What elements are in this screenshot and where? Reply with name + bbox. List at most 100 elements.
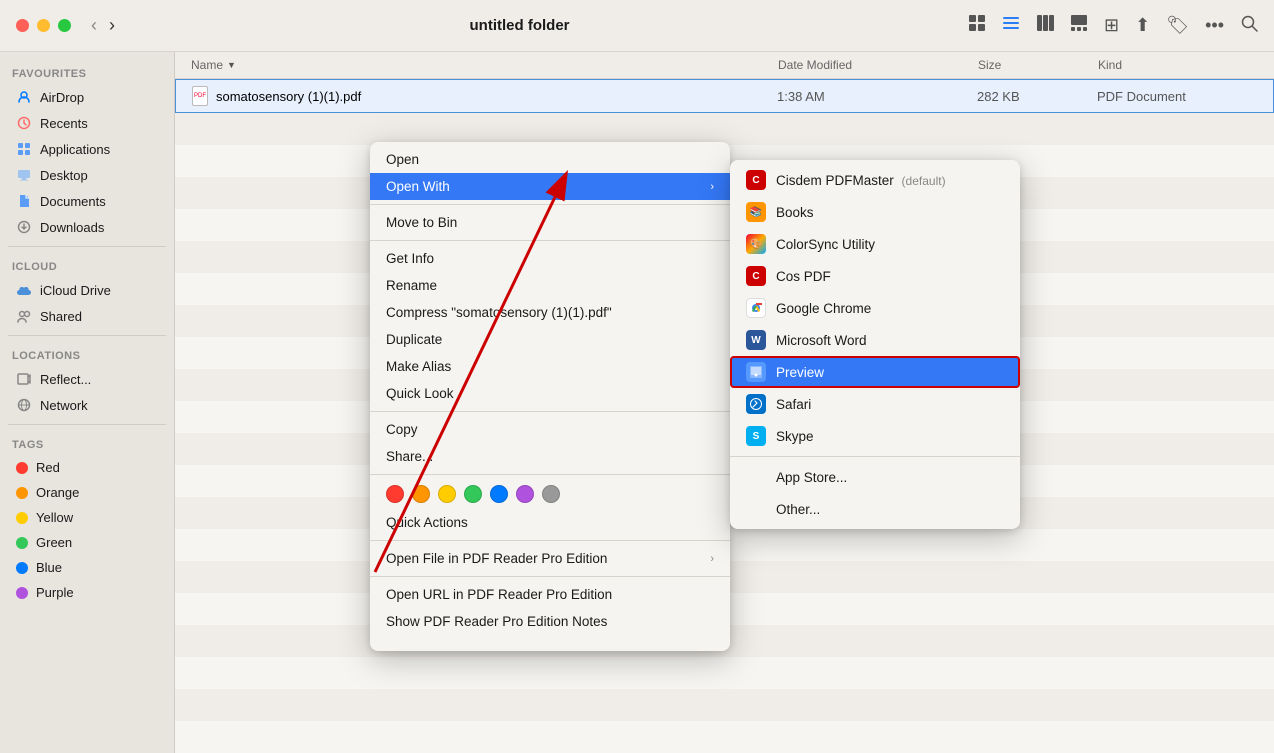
sidebar-item-recents[interactable]: Recents — [4, 110, 170, 136]
sm-other[interactable]: Other... — [730, 493, 1020, 525]
sidebar-item-icloud-drive[interactable]: iCloud Drive — [4, 277, 170, 303]
col-kind[interactable]: Kind — [1098, 58, 1258, 72]
tag-icon[interactable]: 🏷 — [1166, 15, 1189, 36]
file-size-cell: 282 KB — [977, 89, 1097, 104]
sm-cospdf[interactable]: C Cos PDF — [730, 260, 1020, 292]
cm-tag-red[interactable] — [386, 485, 404, 503]
table-row[interactable]: PDF somatosensory (1)(1).pdf 1:38 AM 282… — [175, 79, 1274, 113]
cm-separator-2 — [370, 240, 730, 241]
sidebar-item-applications[interactable]: Applications — [4, 136, 170, 162]
sm-books[interactable]: 📚 Books — [730, 196, 1020, 228]
view-list-icon[interactable] — [1002, 14, 1020, 37]
cm-rename[interactable]: Rename — [370, 272, 730, 299]
cm-tag-purple[interactable] — [516, 485, 534, 503]
downloads-label: Downloads — [40, 220, 104, 235]
sidebar-item-network[interactable]: Network — [4, 392, 170, 418]
sort-indicator: ▼ — [227, 60, 236, 70]
sidebar-item-documents[interactable]: Documents — [4, 188, 170, 214]
action-icon[interactable]: ⬆ — [1135, 15, 1150, 36]
sidebar-item-tag-orange[interactable]: Orange — [4, 480, 170, 505]
tags-label: Tags — [0, 431, 174, 455]
cm-tag-yellow[interactable] — [438, 485, 456, 503]
sidebar-item-airdrop[interactable]: AirDrop — [4, 84, 170, 110]
applications-label: Applications — [40, 142, 110, 157]
sm-colorsync[interactable]: 🎨 ColorSync Utility — [730, 228, 1020, 260]
cm-make-alias[interactable]: Make Alias — [370, 353, 730, 380]
cm-separator-6 — [370, 576, 730, 577]
cm-quick-look[interactable]: Quick Look — [370, 380, 730, 407]
table-row[interactable] — [175, 689, 1274, 721]
cm-copy[interactable]: Copy — [370, 416, 730, 443]
sm-chrome[interactable]: Google Chrome — [730, 292, 1020, 324]
file-name-cell: PDF somatosensory (1)(1).pdf — [192, 86, 777, 106]
sidebar-item-tag-yellow[interactable]: Yellow — [4, 505, 170, 530]
cisdem-icon: C — [746, 170, 766, 190]
cm-tag-blue[interactable] — [490, 485, 508, 503]
forward-button[interactable]: › — [105, 13, 119, 38]
sidebar-item-desktop[interactable]: Desktop — [4, 162, 170, 188]
window-controls — [16, 19, 71, 32]
sidebar-item-downloads[interactable]: Downloads — [4, 214, 170, 240]
tag-green-label: Green — [36, 535, 72, 550]
cm-get-info[interactable]: Get Info — [370, 245, 730, 272]
cm-show-pdf-notes[interactable] — [370, 635, 730, 647]
table-row[interactable] — [175, 657, 1274, 689]
tag-yellow-label: Yellow — [36, 510, 73, 525]
icloud-label: iCloud — [0, 253, 174, 277]
view-gallery-icon[interactable] — [1070, 14, 1088, 37]
col-modified[interactable]: Date Modified — [778, 58, 978, 72]
cm-quick-actions[interactable]: Open File in PDF Reader Pro Edition › — [370, 545, 730, 572]
sidebar-item-tag-red[interactable]: Red — [4, 455, 170, 480]
cm-move-to-bin[interactable]: Move to Bin — [370, 209, 730, 236]
table-row[interactable] — [175, 113, 1274, 145]
sidebar-item-tag-blue[interactable]: Blue — [4, 555, 170, 580]
minimize-button[interactable] — [37, 19, 50, 32]
sm-word[interactable]: W Microsoft Word — [730, 324, 1020, 356]
cm-open-with[interactable]: Open With › — [370, 173, 730, 200]
locations-label: Locations — [0, 342, 174, 366]
sidebar-item-reflect[interactable]: Reflect... — [4, 366, 170, 392]
more-icon[interactable]: ••• — [1205, 15, 1224, 36]
sidebar-item-tag-green[interactable]: Green — [4, 530, 170, 555]
view-columns-icon[interactable] — [1036, 14, 1054, 37]
sm-separator — [730, 456, 1020, 457]
view-grid-icon[interactable] — [968, 14, 986, 37]
sm-appstore[interactable]: App Store... — [730, 461, 1020, 493]
sidebar-item-tag-purple[interactable]: Purple — [4, 580, 170, 605]
maximize-button[interactable] — [58, 19, 71, 32]
sm-chrome-label: Google Chrome — [776, 301, 871, 316]
sm-other-label: Other... — [776, 502, 820, 517]
cm-tag-gray[interactable] — [542, 485, 560, 503]
group-icon[interactable]: ⊞ — [1104, 15, 1119, 36]
tag-yellow-dot — [16, 512, 28, 524]
cm-separator-4 — [370, 474, 730, 475]
cm-open-url-pdf[interactable]: Show PDF Reader Pro Edition Notes — [370, 608, 730, 635]
sm-safari[interactable]: Safari — [730, 388, 1020, 420]
file-modified-cell: 1:38 AM — [777, 89, 977, 104]
back-button[interactable]: ‹ — [87, 13, 101, 38]
preview-icon — [746, 362, 766, 382]
search-icon[interactable] — [1240, 14, 1258, 37]
table-row[interactable] — [175, 721, 1274, 753]
recents-label: Recents — [40, 116, 88, 131]
cm-duplicate[interactable]: Duplicate — [370, 326, 730, 353]
col-name[interactable]: Name ▼ — [191, 58, 778, 72]
sm-cisdem[interactable]: C Cisdem PDFMaster (default) — [730, 164, 1020, 196]
icloud-drive-icon — [16, 282, 32, 298]
cm-tag-orange[interactable] — [412, 485, 430, 503]
network-label: Network — [40, 398, 88, 413]
col-size[interactable]: Size — [978, 58, 1098, 72]
cm-separator-3 — [370, 411, 730, 412]
cm-share[interactable]: Share... — [370, 443, 730, 470]
skype-icon: S — [746, 426, 766, 446]
downloads-icon — [16, 219, 32, 235]
cm-open-file-pdf[interactable]: Open URL in PDF Reader Pro Edition — [370, 581, 730, 608]
cm-tags[interactable]: Quick Actions — [370, 509, 730, 536]
sm-preview[interactable]: Preview — [730, 356, 1020, 388]
sm-skype[interactable]: S Skype — [730, 420, 1020, 452]
close-button[interactable] — [16, 19, 29, 32]
cm-tag-green[interactable] — [464, 485, 482, 503]
cm-open[interactable]: Open — [370, 146, 730, 173]
cm-compress[interactable]: Compress "somatosensory (1)(1).pdf" — [370, 299, 730, 326]
sidebar-item-shared[interactable]: Shared — [4, 303, 170, 329]
